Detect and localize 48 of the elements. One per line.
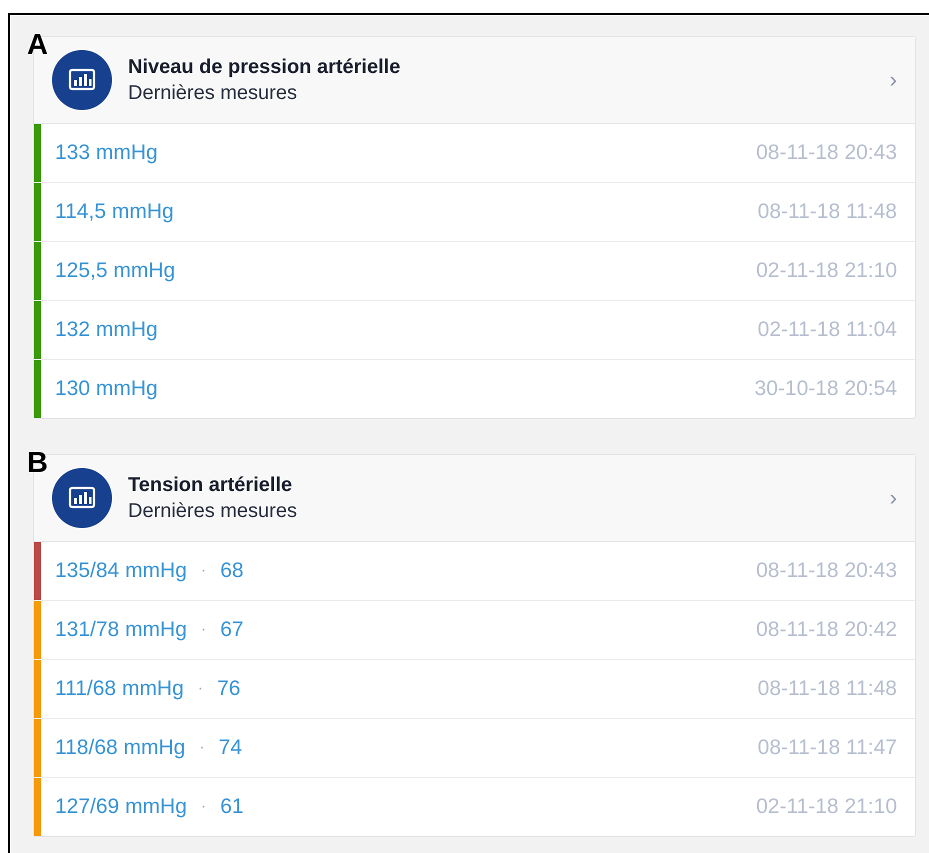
timestamp: 08-11-18 11:47 [758, 736, 897, 760]
pulse: 68 [220, 559, 244, 583]
separator-dot: · [198, 680, 204, 698]
measurement-row[interactable]: 131/78 mmHg · 67 08-11-18 20:42 [34, 601, 915, 660]
separator-dot: · [200, 621, 206, 639]
measurement-row[interactable]: 125,5 mmHg 02-11-18 21:10 [34, 242, 915, 301]
bar-chart-icon [52, 468, 112, 528]
reading: 111/68 mmHg [55, 677, 184, 701]
timestamp: 08-11-18 20:43 [756, 559, 897, 583]
separator-dot: · [200, 562, 206, 580]
separator-dot: · [200, 798, 206, 816]
pulse: 67 [220, 618, 244, 642]
reading: 114,5 mmHg [55, 200, 174, 224]
card-title: Niveau de pression artérielle [128, 56, 402, 78]
card-subtitle: Dernières mesures [128, 82, 298, 104]
reading: 135/84 mmHg [55, 559, 187, 583]
timestamp: 08-11-18 20:42 [756, 618, 897, 642]
chevron-icon: › [890, 485, 897, 511]
card-subtitle: Dernières mesures [128, 500, 298, 522]
timestamp: 08-11-18 20:43 [756, 141, 897, 165]
measurement-row[interactable]: 130 mmHg 30-10-18 20:54 [34, 360, 915, 418]
reading: 127/69 mmHg [55, 795, 187, 819]
reading: 132 mmHg [55, 318, 158, 342]
timestamp: 02-11-18 11:04 [758, 318, 897, 342]
timestamp: 02-11-18 21:10 [756, 795, 897, 819]
reading: 125,5 mmHg [55, 259, 176, 283]
pulse: 74 [218, 736, 242, 760]
measurement-row[interactable]: 133 mmHg 08-11-18 20:43 [34, 124, 915, 183]
separator-dot: · [199, 739, 205, 757]
timestamp: 30-10-18 20:54 [754, 377, 897, 401]
pulse: 61 [220, 795, 244, 819]
measurement-row[interactable]: 132 mmHg 02-11-18 11:04 [34, 301, 915, 360]
reading: 130 mmHg [55, 377, 158, 401]
measurement-row[interactable]: 111/68 mmHg · 76 08-11-18 11:48 [34, 660, 915, 719]
reading: 131/78 mmHg [55, 618, 187, 642]
timestamp: 08-11-18 11:48 [758, 677, 897, 701]
reading: 133 mmHg [55, 141, 158, 165]
measurement-row[interactable]: 118/68 mmHg · 74 08-11-18 11:47 [34, 719, 915, 778]
measurement-row[interactable]: 114,5 mmHg 08-11-18 11:48 [34, 183, 915, 242]
timestamp: 08-11-18 11:48 [758, 200, 897, 224]
measurement-row[interactable]: 127/69 mmHg · 61 02-11-18 21:10 [34, 778, 915, 836]
timestamp: 02-11-18 21:10 [756, 259, 897, 283]
pulse: 76 [217, 677, 240, 701]
bar-chart-icon [52, 50, 112, 110]
reading: 118/68 mmHg [55, 736, 186, 760]
measurement-row[interactable]: 135/84 mmHg · 68 08-11-18 20:43 [34, 542, 915, 601]
card-title: Tension artérielle [128, 474, 294, 496]
chevron-icon: › [890, 67, 897, 93]
